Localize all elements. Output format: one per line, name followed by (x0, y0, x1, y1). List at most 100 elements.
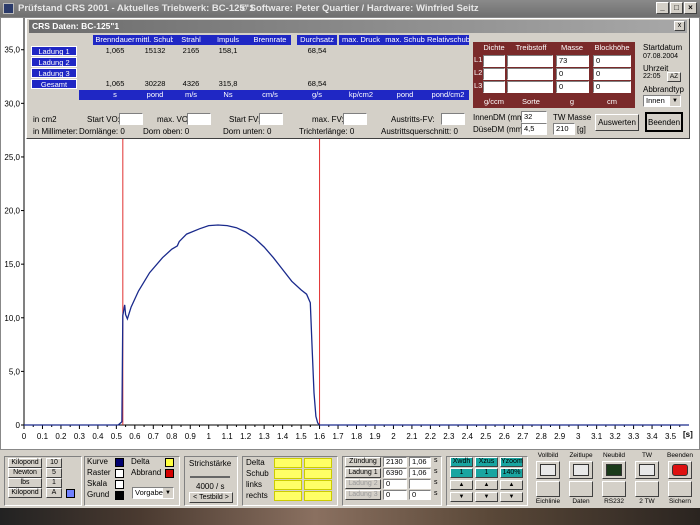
zoom-button[interactable]: Yzoom (500, 457, 523, 467)
arrow-up-button[interactable]: ▲ (500, 480, 523, 490)
icon-button-top[interactable] (635, 461, 659, 479)
unit-button[interactable]: Newton (8, 468, 42, 478)
arrow-up-button[interactable]: ▲ (450, 480, 473, 490)
unit-value-button[interactable]: A (46, 488, 62, 498)
icon-button-top[interactable] (569, 461, 593, 479)
dichte-field[interactable] (483, 55, 505, 67)
testbild-button[interactable]: < Testbild > (189, 492, 233, 503)
blockhoehe-field[interactable]: 0 (593, 68, 631, 80)
arrow-down-button[interactable]: ▼ (450, 492, 473, 502)
legend2-swatch[interactable] (165, 469, 174, 478)
icon-button-bottom[interactable] (668, 481, 692, 497)
zoom-value[interactable]: 140% (500, 468, 523, 478)
close-button[interactable]: × (684, 2, 697, 14)
unit-button[interactable]: lbs (8, 478, 42, 488)
auswerten-button[interactable]: Auswerten (595, 114, 639, 131)
zoom-value[interactable]: 1 (450, 468, 473, 478)
zoom-button[interactable]: Xzus (475, 457, 498, 467)
table-cell (173, 68, 209, 78)
arrow-up-button[interactable]: ▲ (475, 480, 498, 490)
row-label[interactable]: Ladung 3 (31, 68, 77, 78)
zuendung-v2[interactable]: 1,06 (409, 457, 431, 467)
icon-button-bottom[interactable] (569, 481, 593, 497)
x-tick-label: 1.5 (296, 432, 308, 441)
start-vo-field[interactable] (119, 113, 143, 125)
zoom-button[interactable]: Xwdh (450, 457, 473, 467)
zuendung-v2[interactable]: 1,06 (409, 468, 431, 478)
x-tick-label: 3.5 (665, 432, 677, 441)
max-fv-field[interactable] (343, 113, 367, 125)
strichstaerke-value: 4000 / s (196, 482, 225, 491)
crs-close-button[interactable]: x (674, 21, 685, 31)
icon-button-top[interactable] (668, 461, 692, 479)
blockhoehe-field[interactable]: 0 (593, 81, 631, 93)
start-fv-field[interactable] (259, 113, 283, 125)
austritts-fv-field[interactable] (441, 113, 465, 125)
x-tick-label: 0.1 (37, 432, 49, 441)
masse-field[interactable]: 0 (556, 68, 589, 80)
zuendung-unit: s (434, 490, 438, 497)
unit-color-swatch[interactable] (66, 489, 75, 498)
row-label[interactable]: Ladung 1 (31, 46, 77, 56)
vorgabe-select[interactable]: Vorgabe ▼ (132, 487, 174, 499)
zuendung-row-button[interactable]: Ladung 3 (345, 490, 381, 500)
treibstoff-field[interactable] (507, 81, 553, 93)
zoom-value[interactable]: 1 (475, 468, 498, 478)
arrow-down-button[interactable]: ▼ (475, 492, 498, 502)
zuendung-v2[interactable]: 0 (409, 490, 431, 500)
row-label[interactable]: Ladung 2 (31, 57, 77, 67)
dichte-field[interactable] (483, 81, 505, 93)
masse-field[interactable]: 73 (556, 55, 589, 67)
zuendung-v1[interactable]: 0 (383, 479, 407, 489)
dichte-field[interactable] (483, 68, 505, 80)
unit-button[interactable]: Kilopond (8, 458, 42, 468)
legend-swatch[interactable] (115, 458, 124, 467)
x-tick-label: 2.8 (536, 432, 548, 441)
icon-button-bottom[interactable] (602, 481, 626, 497)
legend-swatch[interactable] (115, 491, 124, 500)
unit-value-button[interactable]: 10 (46, 458, 62, 468)
legend-swatch[interactable] (115, 480, 124, 489)
masse-field[interactable]: 0 (556, 81, 589, 93)
zuendung-v1[interactable]: 2130 (383, 457, 407, 467)
charge-header: Dichte (483, 43, 505, 52)
unit-value-button[interactable]: 1 (46, 478, 62, 488)
zuendung-row-button[interactable]: Ladung 2 (345, 479, 381, 489)
zuendung-v1[interactable]: 6390 (383, 468, 407, 478)
treibstoff-field[interactable] (507, 68, 553, 80)
legend2-swatch[interactable] (165, 458, 174, 467)
rocket-icon (639, 464, 655, 476)
icon-button-top[interactable] (536, 461, 560, 479)
legend-swatch[interactable] (115, 469, 124, 478)
minimize-button[interactable]: _ (656, 2, 669, 14)
row-label[interactable]: Gesamt (31, 79, 77, 89)
x-tick-label: 0.2 (55, 432, 67, 441)
table-cell (339, 46, 383, 56)
blockhoehe-field[interactable]: 0 (593, 55, 631, 67)
zuendung-row-button[interactable]: Zündung (345, 457, 381, 467)
beenden-button[interactable]: Beenden (645, 112, 683, 132)
unit-value-button[interactable]: 5 (46, 468, 62, 478)
icon-button-top[interactable] (602, 461, 626, 479)
icon-button-bottom[interactable] (536, 481, 560, 497)
arrow-down-button[interactable]: ▼ (500, 492, 523, 502)
treibstoff-field[interactable] (507, 55, 553, 67)
innen-dm-field[interactable]: 32 (521, 111, 547, 123)
unit-button[interactable]: Kilopond (8, 488, 42, 498)
delta-value-a (274, 491, 302, 501)
zuendung-v1[interactable]: 0 (383, 490, 407, 500)
duese-dm-field[interactable]: 4,5 (521, 123, 547, 135)
maximize-button[interactable]: □ (670, 2, 683, 14)
icon-button-bottom[interactable] (635, 481, 659, 497)
startdatum-value: 07.08.2004 (643, 53, 679, 60)
strichstaerke-slider[interactable] (190, 472, 230, 478)
zuendung-v2[interactable] (409, 479, 431, 489)
max-vo-field[interactable] (187, 113, 211, 125)
az-button[interactable]: AZ (667, 72, 681, 82)
abbrandtyp-select[interactable]: Innen ▼ (643, 95, 681, 107)
tw-masse-field[interactable]: 210 (553, 123, 575, 135)
table-cell: 1,065 (105, 79, 125, 88)
zuendung-row-button[interactable]: Ladung 1 (345, 468, 381, 478)
x-tick-label: 0 (22, 432, 27, 441)
x-tick-label: 0.3 (74, 432, 86, 441)
